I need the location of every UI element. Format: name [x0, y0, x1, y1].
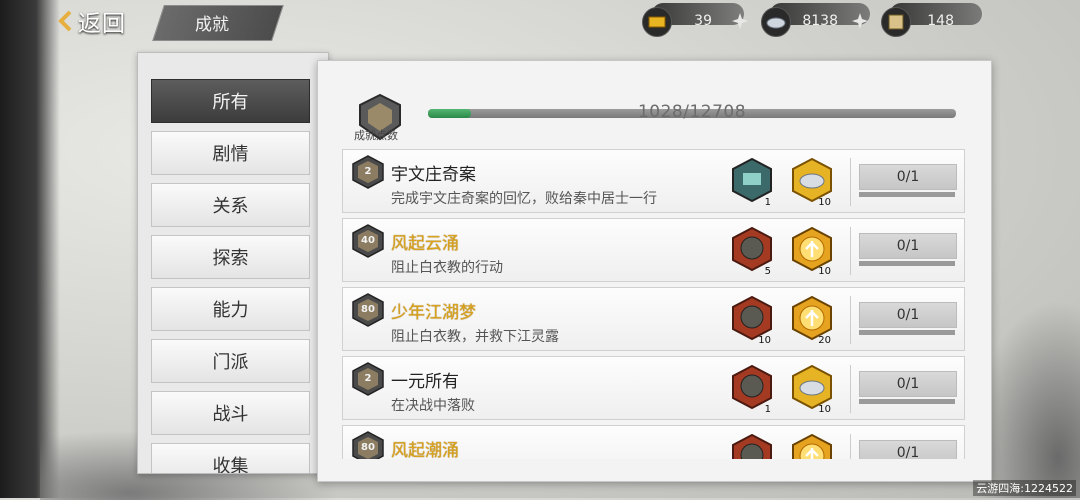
achievement-title: 一元所有 [391, 372, 459, 392]
achievement-row[interactable]: 2 宇文庄奇案 完成宇文庄奇案的回忆，败给秦中居士一行 1 10 0/1 [342, 149, 965, 213]
reward-count: 1 [764, 404, 771, 415]
sidebar-item-story[interactable]: 剧情 [151, 131, 310, 175]
chevron-left-icon [58, 10, 72, 32]
silver-value: 8138 [802, 13, 838, 29]
add-gold-button[interactable] [731, 12, 749, 30]
achievement-points: 40 [361, 235, 375, 246]
reward-count: 20 [818, 335, 831, 346]
divider [850, 434, 851, 459]
achievement-title: 风起云涌 [391, 234, 459, 254]
flame-orb-icon[interactable] [789, 431, 835, 459]
achievement-progress-bar [859, 330, 955, 335]
achievement-list[interactable]: 成就点数 1028/12708 2 宇文庄奇案 完成宇文庄奇案的回忆，败给秦中居… [342, 61, 979, 459]
reward-count: 10 [818, 266, 831, 277]
achievement-points: 2 [364, 373, 372, 384]
achievement-progress: 0/1 [859, 440, 957, 459]
achievement-points: 2 [364, 166, 372, 177]
achievement-progress-bar [859, 192, 955, 197]
reward-count: 5 [764, 266, 771, 277]
achievement-points: 80 [361, 304, 375, 315]
achievement-row[interactable]: 40 风起云涌 阻止白衣教的行动 5 10 0/1 [342, 218, 965, 282]
achievement-progress: 0/1 [859, 164, 957, 190]
reward-count: 1 [764, 197, 771, 208]
sidebar-item-explore[interactable]: 探索 [151, 235, 310, 279]
achievement-progress: 0/1 [859, 371, 957, 397]
achievement-title: 风起潮涌 [391, 441, 459, 459]
back-label: 返回 [78, 11, 126, 37]
achievement-progress: 0/1 [859, 233, 957, 259]
reward-count: 10 [818, 404, 831, 415]
ink-wash-left [0, 0, 60, 498]
points-progress-text: 1028/12708 [637, 102, 747, 122]
achievement-progress-bar [859, 399, 955, 404]
sidebar-item-sect[interactable]: 门派 [151, 339, 310, 383]
scroll-value: 148 [927, 13, 954, 29]
page-title: 成就 [195, 15, 229, 35]
achievement-row[interactable]: 2 一元所有 在决战中落败 1 10 0/1 [342, 356, 965, 420]
achievement-panel: 成就点数 1028/12708 2 宇文庄奇案 完成宇文庄奇案的回忆，败给秦中居… [317, 60, 992, 482]
points-label: 成就点数 [354, 129, 398, 142]
back-button[interactable]: 返回 [58, 4, 126, 38]
watermark: 云游四海:1224522 [973, 480, 1076, 496]
achievement-title: 宇文庄奇案 [391, 165, 476, 185]
gold-ingot-icon [642, 7, 672, 37]
achievement-title: 少年江湖梦 [391, 303, 476, 323]
add-silver-button[interactable] [851, 12, 869, 30]
divider [850, 365, 851, 413]
achievement-progress-bar [859, 261, 955, 266]
achievement-description: 阻止白衣教，并救下江灵露 [391, 329, 559, 345]
sidebar-item-relations[interactable]: 关系 [151, 183, 310, 227]
achievement-row[interactable]: 80 少年江湖梦 阻止白衣教，并救下江灵露 10 20 0/1 [342, 287, 965, 351]
sidebar-item-collection[interactable]: 收集 [151, 443, 310, 473]
gold-value: 39 [694, 13, 712, 29]
supply-bag-icon[interactable] [729, 431, 775, 459]
sidebar-item-combat[interactable]: 战斗 [151, 391, 310, 435]
achievement-points: 80 [361, 442, 375, 453]
reward-count: 10 [758, 335, 771, 346]
divider [850, 158, 851, 206]
sidebar-item-ability[interactable]: 能力 [151, 287, 310, 331]
achievement-progress: 0/1 [859, 302, 957, 328]
achievement-description: 阻止白衣教的行动 [391, 260, 503, 276]
divider [850, 227, 851, 275]
scroll-icon [881, 7, 911, 37]
achievement-row[interactable]: 80 风起潮涌 0/1 [342, 425, 965, 459]
achievement-description: 在决战中落败 [391, 398, 475, 414]
category-sidebar: 所有 剧情 关系 探索 能力 门派 战斗 收集 [137, 52, 329, 474]
reward-count: 10 [818, 197, 831, 208]
sidebar-item-all[interactable]: 所有 [151, 79, 310, 123]
silver-ingot-icon [761, 7, 791, 37]
divider [850, 296, 851, 344]
achievement-description: 完成宇文庄奇案的回忆，败给秦中居士一行 [391, 191, 657, 207]
